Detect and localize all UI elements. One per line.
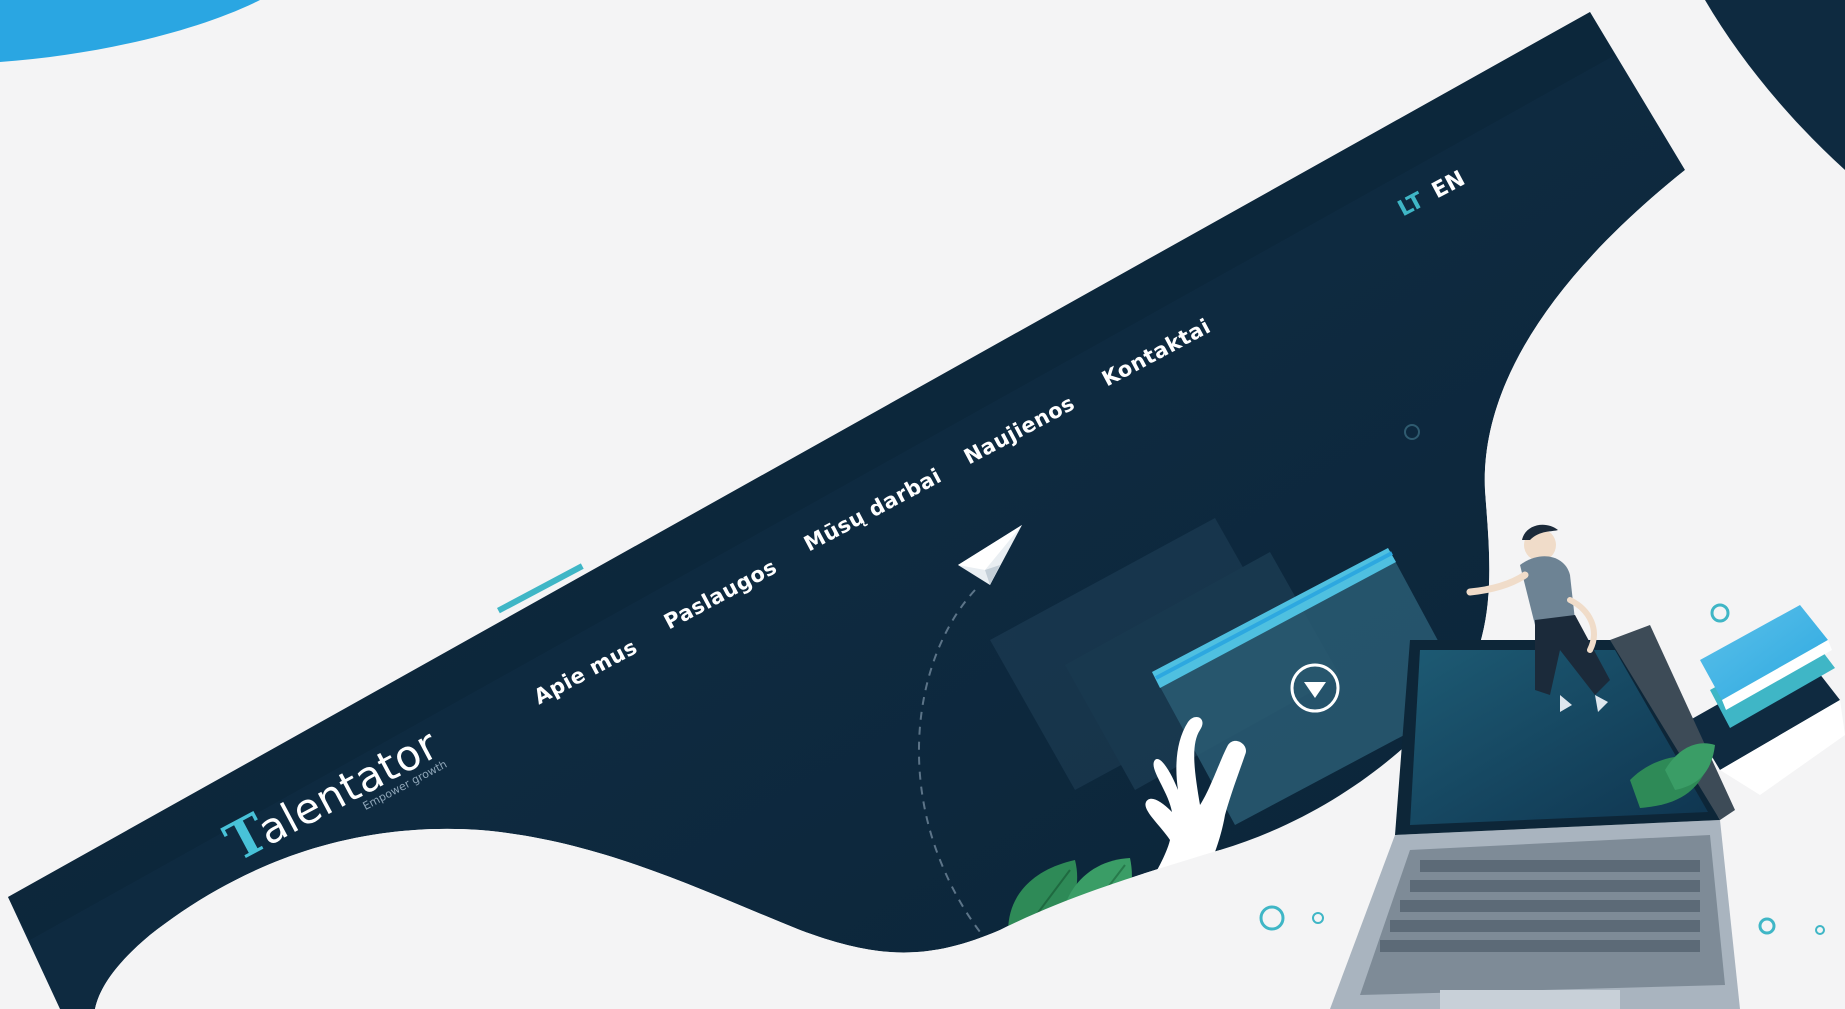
hero-background (0, 0, 1845, 1009)
page-screenshot: Talentator Empower growth Apie mus Pasla… (0, 0, 1845, 1009)
corner-blue-blob (0, 0, 260, 62)
corner-navy-blob (1705, 0, 1845, 170)
